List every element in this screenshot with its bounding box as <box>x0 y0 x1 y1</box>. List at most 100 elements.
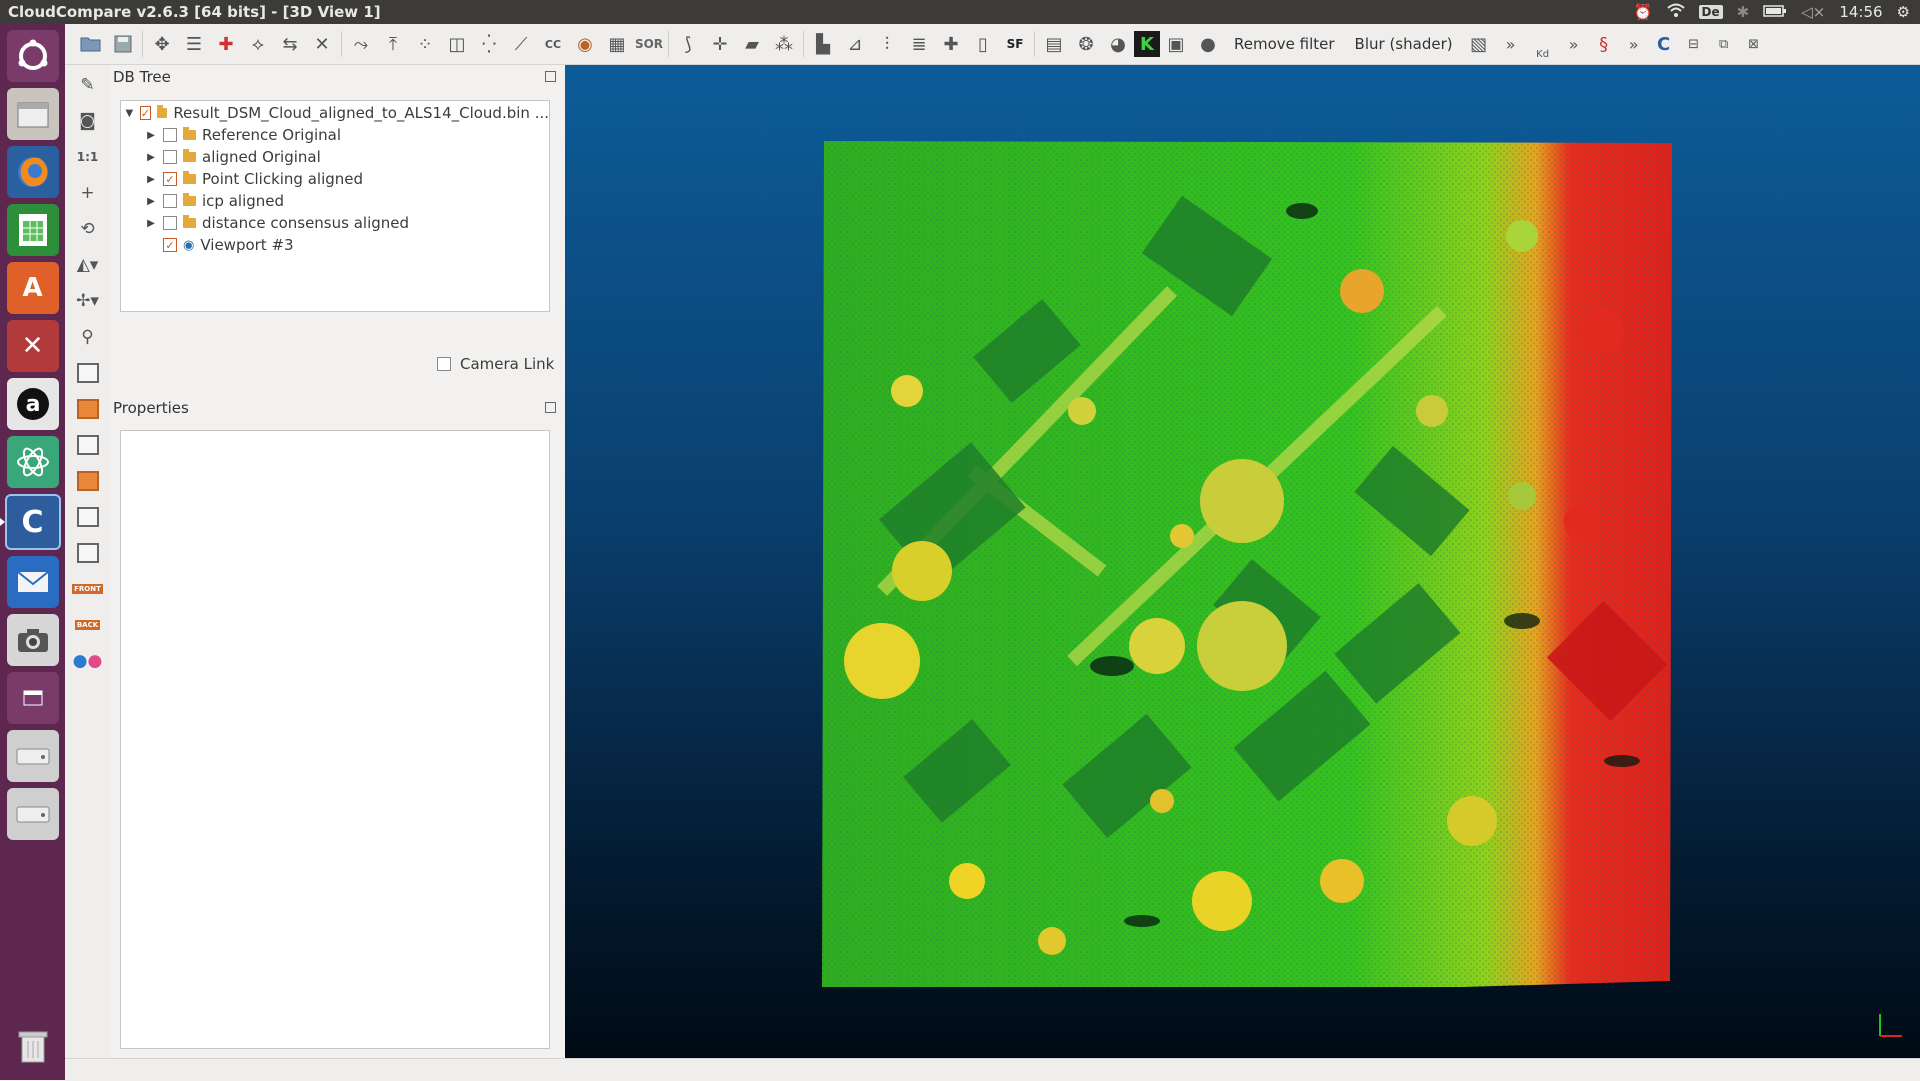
tree-item-label[interactable]: Point Clicking aligned <box>202 170 363 188</box>
tree-item-checkbox[interactable]: ✓ <box>163 172 177 186</box>
atom-launcher-icon[interactable] <box>6 436 59 488</box>
open-file-icon[interactable] <box>75 28 107 60</box>
amazon-launcher-icon[interactable]: a <box>6 378 59 430</box>
add-sf-icon[interactable]: ✚ <box>935 28 967 60</box>
alarm-clock-icon[interactable]: ⏰ <box>1634 3 1653 21</box>
tree-item-checkbox[interactable]: ✓ <box>163 238 177 252</box>
crop-icon[interactable]: ▣ <box>1160 28 1192 60</box>
view-back-iso-icon[interactable]: BACK <box>71 609 105 641</box>
cloud-layers-icon[interactable]: § <box>1589 28 1619 60</box>
tree-item-label[interactable]: Reference Original <box>202 126 341 144</box>
tree-item-viewport[interactable]: ✓ ◉ Viewport #3 <box>121 234 549 256</box>
expand-arrow-icon[interactable]: ▶ <box>143 218 159 229</box>
camera-link-box[interactable] <box>437 357 451 371</box>
float-panel-icon[interactable] <box>545 402 556 413</box>
camera-launcher-icon[interactable] <box>6 614 59 666</box>
subsample-icon[interactable]: ⁘ <box>409 28 441 60</box>
ubuntu-dash-button[interactable] <box>6 30 59 82</box>
sample-points-icon[interactable]: ⁛ <box>473 28 505 60</box>
tree-root-checkbox[interactable]: ✓ <box>139 106 152 120</box>
cloud-cloud-distance-icon[interactable]: CC <box>537 28 569 60</box>
delete-icon[interactable]: ✕ <box>306 28 338 60</box>
screenshot-camera-icon[interactable]: ◙ <box>71 105 105 137</box>
normals-icon[interactable]: ⤒ <box>377 28 409 60</box>
camera-link-checkbox[interactable]: Camera Link <box>437 355 554 373</box>
more-tools-button-3[interactable]: » <box>1619 28 1649 60</box>
wifi-icon[interactable] <box>1666 3 1685 21</box>
segment-icon[interactable]: ⟡ <box>242 28 274 60</box>
tree-item-label[interactable]: icp aligned <box>202 192 284 210</box>
db-tree[interactable]: ▼ ✓ Result_DSM_Cloud_aligned_to_ALS14_Cl… <box>120 100 550 312</box>
move-icon[interactable]: ✛ <box>704 28 736 60</box>
view-front-iso-icon[interactable]: FRONT <box>71 573 105 605</box>
save-icon[interactable] <box>107 28 139 60</box>
collapse-arrow-icon[interactable]: ▼ <box>123 108 136 119</box>
more-tools-button[interactable]: » <box>1495 28 1527 60</box>
plane-fit-icon[interactable]: ▰ <box>736 28 768 60</box>
zoom-magnifier-icon[interactable]: ⚲ <box>71 321 105 353</box>
3d-view[interactable] <box>565 65 1920 1058</box>
settings-gear-icon[interactable]: ⚙ <box>1897 3 1910 21</box>
filter-min-max-icon[interactable]: ⫶ <box>871 28 903 60</box>
expand-arrow-icon[interactable]: ▶ <box>143 152 159 163</box>
trash-launcher-icon[interactable] <box>7 1020 59 1072</box>
pivot-icon[interactable]: ✢▾ <box>71 285 105 317</box>
cloudcompare-small-icon[interactable]: C <box>1649 28 1679 60</box>
tree-item-distance-consensus-aligned[interactable]: ▶ distance consensus aligned <box>121 212 549 234</box>
render-icon[interactable]: ▤ <box>1038 28 1070 60</box>
restore-window-icon[interactable]: ⧉ <box>1709 28 1739 60</box>
view-iso-icon[interactable] <box>71 537 105 569</box>
workspace-switcher-launcher-icon[interactable] <box>6 672 59 724</box>
perspective-icon[interactable]: ◭▾ <box>71 249 105 281</box>
edit-icon[interactable]: ✎ <box>71 69 105 101</box>
kd-tree-icon[interactable]: Kd <box>1527 28 1559 60</box>
kinect-icon[interactable]: K <box>1134 31 1160 57</box>
close-window-icon[interactable]: ⊠ <box>1739 28 1769 60</box>
tree-item-label[interactable]: distance consensus aligned <box>202 214 409 232</box>
scalar-field-icon[interactable]: SF <box>999 28 1031 60</box>
center-cross-icon[interactable]: + <box>71 177 105 209</box>
camera-link-label[interactable]: Camera Link <box>460 355 554 373</box>
sphere-icon[interactable]: ● <box>1192 28 1224 60</box>
hpr-icon[interactable]: ◕ <box>1102 28 1134 60</box>
tree-root-label[interactable]: Result_DSM_Cloud_aligned_to_ALS14_Cloud.… <box>173 104 549 122</box>
stereo-icon[interactable]: ● ● <box>71 645 105 677</box>
bluetooth-icon[interactable]: ✱ <box>1737 3 1750 21</box>
more-tools-button-2[interactable]: » <box>1559 28 1589 60</box>
align-icon[interactable]: ⤳ <box>345 28 377 60</box>
view-top-icon[interactable] <box>71 357 105 389</box>
files-launcher-icon[interactable] <box>6 88 59 140</box>
zoom-1to1-button[interactable]: 1:1 <box>71 141 105 173</box>
thunderbird-launcher-icon[interactable] <box>6 556 59 608</box>
tree-item-label[interactable]: aligned Original <box>202 148 321 166</box>
clock[interactable]: 14:56 <box>1839 3 1882 21</box>
tree-item-icp-aligned[interactable]: ▶ icp aligned <box>121 190 549 212</box>
point-cloud[interactable] <box>822 141 1672 987</box>
sf-list-icon[interactable]: ≣ <box>903 28 935 60</box>
tree-item-checkbox[interactable] <box>163 150 177 164</box>
software-center-launcher-icon[interactable]: A <box>6 262 59 314</box>
point-list-picking-icon[interactable]: ☰ <box>178 28 210 60</box>
remove-filter-button[interactable]: Remove filter <box>1224 35 1345 53</box>
rotation-icon[interactable]: ⟲ <box>71 213 105 245</box>
swirl-icon[interactable]: ❂ <box>1070 28 1102 60</box>
drive-launcher-icon[interactable] <box>6 730 59 782</box>
tree-item-checkbox[interactable] <box>163 194 177 208</box>
scatter-icon[interactable]: ⁂ <box>768 28 800 60</box>
distance-icon[interactable]: ⟋ <box>505 28 537 60</box>
tree-item-checkbox[interactable] <box>163 216 177 230</box>
curve-icon[interactable]: ⟆ <box>672 28 704 60</box>
tree-item-checkbox[interactable] <box>163 128 177 142</box>
keyboard-layout-indicator[interactable]: De <box>1698 5 1723 19</box>
libreoffice-calc-launcher-icon[interactable] <box>6 204 59 256</box>
eye-dome-lighting-icon[interactable]: ▧ <box>1463 28 1495 60</box>
mesh-icon[interactable]: ◫ <box>441 28 473 60</box>
histogram-icon[interactable]: ▙ <box>807 28 839 60</box>
float-panel-icon[interactable] <box>545 71 556 82</box>
sor-filter-icon[interactable]: SOR <box>633 28 665 60</box>
minimize-window-icon[interactable]: ⊟ <box>1679 28 1709 60</box>
measure-icon[interactable]: ✚ <box>210 28 242 60</box>
blur-shader-button[interactable]: Blur (shader) <box>1345 35 1463 53</box>
expand-arrow-icon[interactable]: ▶ <box>143 174 159 185</box>
expand-arrow-icon[interactable]: ▶ <box>143 130 159 141</box>
